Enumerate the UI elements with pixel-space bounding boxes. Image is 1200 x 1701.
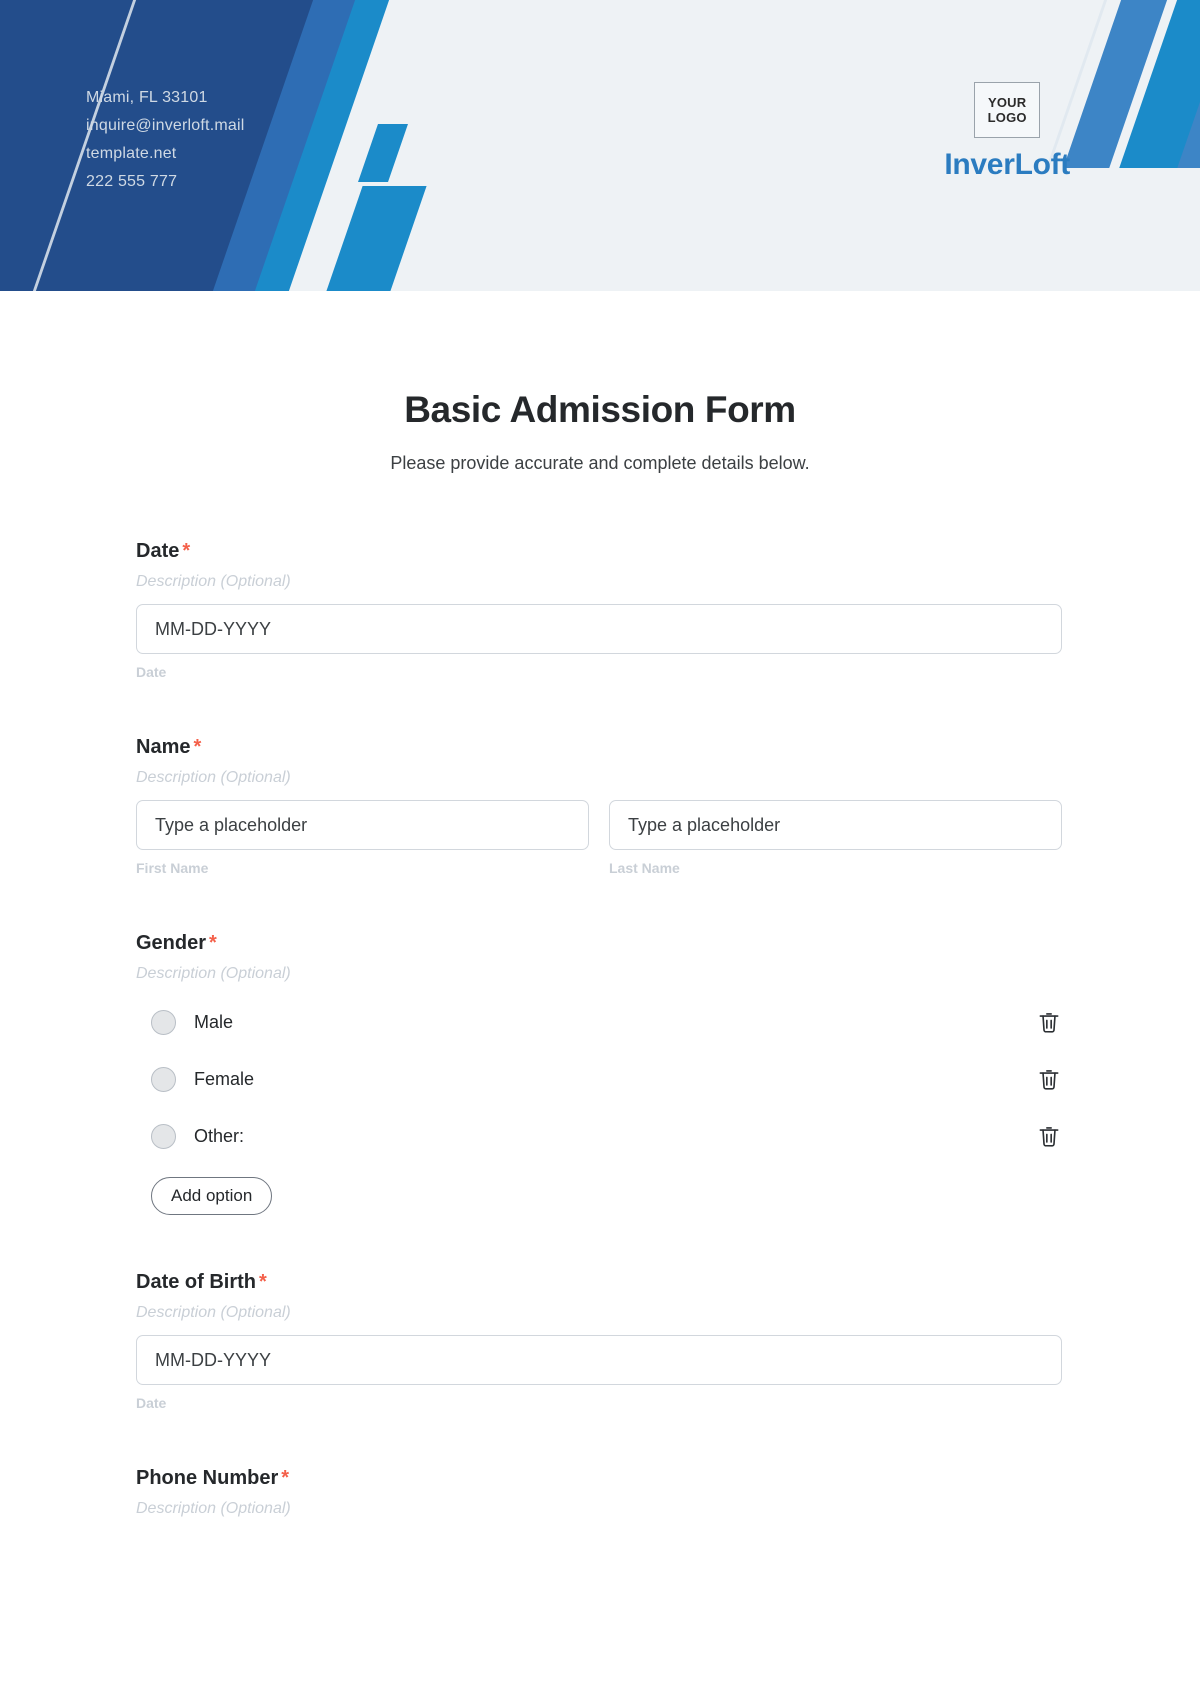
page-title: Basic Admission Form: [404, 389, 796, 430]
field-gender: Gender * Description (Optional) Male Fema: [136, 932, 1064, 1215]
field-gender-description: Description (Optional): [136, 965, 291, 982]
field-name-description: Description (Optional): [136, 769, 291, 786]
required-asterisk: *: [281, 1467, 290, 1489]
field-phone-number: Phone Number * Description (Optional): [136, 1467, 1064, 1518]
required-asterisk: *: [193, 736, 202, 758]
contact-website: template.net: [86, 145, 177, 162]
contact-phone: 222 555 777: [86, 173, 178, 190]
required-asterisk: *: [259, 1271, 267, 1293]
first-name-group: Type a placeholder First Name: [136, 800, 589, 876]
field-date-description: Description (Optional): [136, 573, 291, 590]
delete-icon[interactable]: [1036, 1123, 1062, 1149]
delete-icon[interactable]: [1036, 1009, 1062, 1035]
field-date-label: Date *: [136, 540, 1064, 563]
list-item[interactable]: Female: [136, 1058, 1062, 1100]
field-date-label-text: Date: [136, 540, 180, 562]
brand-name: InverLoft: [944, 148, 1070, 181]
dob-helper-label: Date: [136, 1395, 167, 1411]
field-dob-description: Description (Optional): [136, 1304, 291, 1321]
radio-other[interactable]: [151, 1123, 176, 1149]
page-subtitle: Please provide accurate and complete det…: [390, 453, 810, 473]
page-header: Miami, FL 33101 inquire@inverloft.mail t…: [0, 0, 1200, 291]
logo-placeholder-icon: YOUR LOGO: [974, 82, 1041, 138]
field-date-of-birth: Date of Birth * Description (Optional) MM…: [136, 1271, 1064, 1411]
field-name-label-text: Name: [136, 736, 191, 758]
logo-line-2: LOGO: [987, 110, 1027, 125]
last-name-group: Type a placeholder Last Name: [609, 800, 1062, 876]
radio-male[interactable]: [151, 1009, 176, 1035]
field-dob-label: Date of Birth *: [136, 1271, 1064, 1294]
field-name: Name * Description (Optional) Type a plac…: [136, 736, 1064, 876]
option-label: Female: [194, 1068, 255, 1089]
last-name-input[interactable]: Type a placeholder: [609, 800, 1062, 850]
list-item[interactable]: Other:: [136, 1115, 1062, 1157]
date-helper-label: Date: [136, 664, 167, 680]
option-label: Male: [194, 1011, 234, 1032]
header-decor-chip-large: [325, 186, 427, 291]
field-gender-label-text: Gender: [136, 932, 207, 954]
header-decor-right-cut: [949, 168, 1200, 291]
first-name-helper-label: First Name: [136, 860, 209, 876]
contact-email: inquire@inverloft.mail: [86, 117, 245, 134]
form-body: Basic Admission Form Please provide accu…: [0, 389, 1200, 1518]
name-inputs-row: Type a placeholder First Name Type a pla…: [136, 800, 1064, 876]
first-name-input[interactable]: Type a placeholder: [136, 800, 589, 850]
last-name-helper-label: Last Name: [609, 860, 680, 876]
required-asterisk: *: [182, 540, 191, 562]
brand-block: YOUR LOGO InverLoft: [944, 82, 1070, 182]
date-of-birth-input[interactable]: MM-DD-YYYY: [136, 1335, 1062, 1385]
option-label: Other:: [194, 1125, 245, 1146]
gender-option-list: Male Female Other: Add option: [136, 1001, 1064, 1215]
delete-icon[interactable]: [1036, 1066, 1062, 1092]
radio-female[interactable]: [151, 1066, 176, 1092]
date-input[interactable]: MM-DD-YYYY: [136, 604, 1062, 654]
field-phone-label-text: Phone Number: [136, 1467, 279, 1489]
contact-info: Miami, FL 33101 inquire@inverloft.mail t…: [86, 84, 244, 196]
add-option-button[interactable]: Add option: [151, 1177, 273, 1215]
list-item[interactable]: Male: [136, 1001, 1062, 1043]
field-name-label: Name *: [136, 736, 1064, 759]
logo-line-1: YOUR: [987, 95, 1027, 110]
header-decor-chip-small: [358, 124, 408, 182]
field-gender-label: Gender *: [136, 932, 1064, 955]
field-date: Date * Description (Optional) MM-DD-YYYY …: [136, 540, 1064, 680]
required-asterisk: *: [209, 932, 217, 954]
field-phone-label: Phone Number *: [136, 1467, 1064, 1490]
contact-address: Miami, FL 33101: [86, 89, 208, 106]
field-dob-label-text: Date of Birth: [136, 1271, 256, 1293]
field-phone-description: Description (Optional): [136, 1500, 291, 1517]
